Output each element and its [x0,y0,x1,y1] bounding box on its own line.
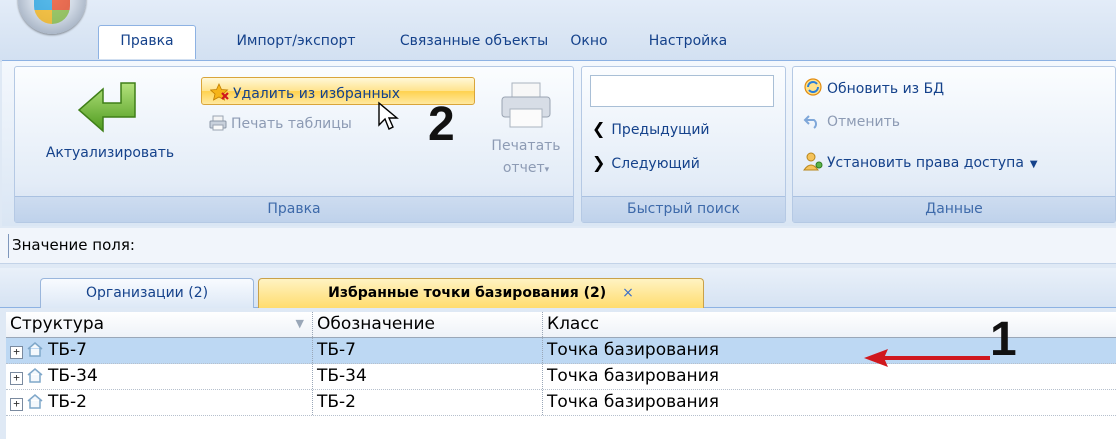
doc-tab-organizations-label: Организации (2) [85,285,209,301]
structure-value: ТБ-34 [48,366,98,386]
print-report-label: Печатать [491,138,561,154]
group-quick-search: ❮ Предыдущий ❯ Следующий Быстрый поиск [581,66,786,223]
next-label: Следующий [611,156,700,172]
group-edit-label: Правка [15,196,573,222]
refresh-cycle-icon [804,78,822,96]
quick-search-input[interactable] [590,75,774,107]
designation-cell: ТБ-7 [313,338,543,363]
group-quick-search-label: Быстрый поиск [582,196,785,222]
designation-cell: ТБ-2 [313,390,543,415]
remove-from-favorites-label: Удалить из избранных [233,86,400,102]
print-report-sublabel: отчет▾ [481,159,571,179]
tab-edit[interactable]: Правка [98,25,196,59]
printer-small-icon [209,115,227,131]
ribbon-tabs: Правка Импорт/экспорт Связанные объекты … [98,25,750,59]
printer-icon [501,82,551,128]
expand-icon[interactable]: + [10,346,23,359]
document-tabs: Организации (2) Избранные точки базирова… [0,268,1116,308]
annotation-marker-1: 1 [990,313,1017,366]
structure-cell: + ТБ-7 [6,338,313,363]
group-data: Обновить из БД Отменить Установить права… [792,66,1116,223]
previous-button[interactable]: ❮ Предыдущий [592,119,710,138]
update-from-db-label: Обновить из БД [827,81,945,97]
previous-label: Предыдущий [611,122,710,138]
doc-tab-favorite-base-points-label: Избранные точки базирования (2) [328,285,607,301]
doc-tab-favorite-base-points[interactable]: Избранные точки базирования (2) × [258,278,704,308]
user-key-icon [803,152,823,171]
update-from-db-button[interactable]: Обновить из БД [803,77,944,97]
structure-value: ТБ-7 [48,340,87,360]
next-button[interactable]: ❯ Следующий [592,153,700,172]
field-value-label: Значение поля: [12,236,135,254]
print-table-label: Печать таблицы [231,116,352,132]
expand-icon[interactable]: + [10,398,23,411]
doc-tab-organizations[interactable]: Организации (2) [40,278,254,308]
annotation-marker-2: 2 [428,98,455,151]
data-grid: Структура ▼ Обозначение Класс + ТБ-7 ТБ-7 … [6,312,1116,439]
group-edit: Актуализировать Удалить из избранных Печ… [14,66,574,223]
expand-icon[interactable]: + [10,372,23,385]
close-tab-icon[interactable]: × [622,285,634,301]
chevron-left-icon: ❮ [592,119,606,138]
structure-cell: + ТБ-34 [6,364,313,389]
tab-window[interactable]: Окно [552,26,626,58]
undo-icon [803,115,817,129]
house-icon [27,342,43,357]
ribbon-panel: Актуализировать Удалить из избранных Печ… [2,60,1116,226]
star-remove-icon [210,83,229,101]
print-table-button[interactable]: Печать таблицы [209,115,352,132]
field-value-bar: Значение поля: [0,228,1116,264]
column-header-class[interactable]: Класс [543,312,1116,337]
table-row[interactable]: + ТБ-2 ТБ-2 Точка базирования [6,390,1116,416]
class-cell: Точка базирования [547,392,719,412]
designation-cell: ТБ-34 [313,364,543,389]
structure-value: ТБ-2 [48,392,87,412]
set-access-rights-button[interactable]: Установить права доступа ▼ [803,151,1038,171]
dropdown-arrow-icon: ▾ [544,165,550,175]
house-icon [27,394,43,409]
field-value-divider [8,234,9,258]
class-cell: Точка базирования [547,366,719,386]
structure-cell: + ТБ-2 [6,390,313,415]
print-report-sublabel-text: отчет [502,160,545,176]
chevron-right-icon: ❯ [592,153,606,172]
group-data-label: Данные [793,196,1115,222]
cancel-button[interactable]: Отменить [803,113,900,130]
tab-settings[interactable]: Настройка [626,26,750,58]
mouse-pointer-icon [378,101,399,130]
cancel-label: Отменить [827,114,901,130]
column-header-structure-label: Структура [10,314,105,334]
filter-dropdown-icon[interactable]: ▼ [296,312,304,336]
class-cell: Точка базирования [547,340,719,360]
refresh-button[interactable]: Актуализировать [21,77,199,187]
column-header-designation[interactable]: Обозначение [313,312,543,337]
dropdown-arrow-icon: ▼ [1029,159,1038,170]
house-icon [27,368,43,383]
application-menu-button[interactable] [18,0,86,34]
print-report-button[interactable]: Печатать отчет▾ [481,81,571,191]
column-header-structure[interactable]: Структура ▼ [6,312,313,337]
enter-arrow-icon [77,82,136,133]
ribbon-tab-bar: Правка Импорт/экспорт Связанные объекты … [0,0,1116,62]
tab-related-objects[interactable]: Связанные объекты [396,26,552,58]
refresh-label: Актуализировать [45,145,175,161]
annotation-arrow-icon [864,349,990,367]
set-access-rights-label: Установить права доступа [827,155,1024,171]
tab-import-export[interactable]: Импорт/экспорт [196,26,396,58]
app-logo-icon [34,0,70,24]
grid-header: Структура ▼ Обозначение Класс [6,312,1116,338]
